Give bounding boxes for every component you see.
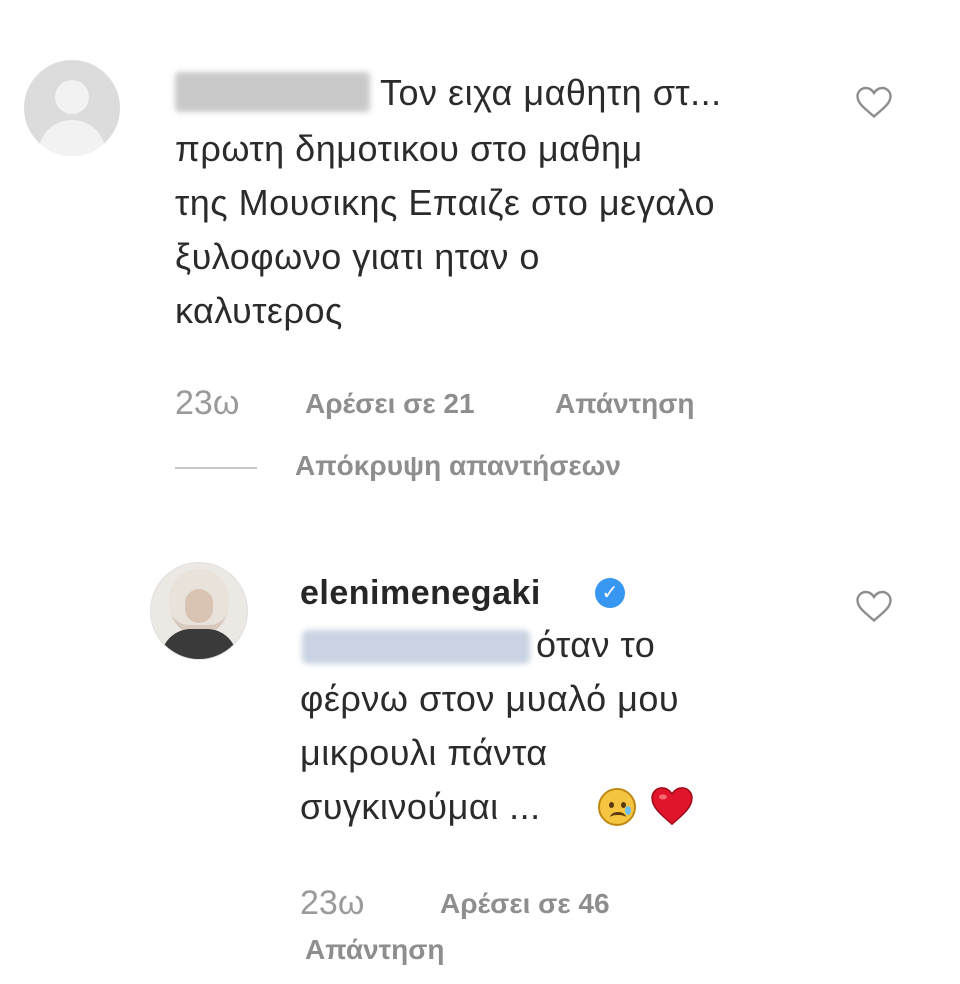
blurred-username[interactable] <box>175 72 370 112</box>
replies-divider <box>175 467 257 469</box>
reply-time[interactable]: 23ω <box>300 884 364 923</box>
avatar-head-shape <box>55 80 89 114</box>
comment-reply-button[interactable]: Απάντηση <box>555 388 695 420</box>
sad-face-emoji-icon <box>598 788 636 826</box>
avatar-dress-shape <box>161 629 237 659</box>
reply-line-2: φέρνω στον μυαλό μου <box>300 678 680 719</box>
avatar-eleni[interactable] <box>150 562 248 660</box>
blurred-mention[interactable] <box>302 630 530 664</box>
comment-line-5: καλυτερος <box>175 290 343 331</box>
avatar-face-shape <box>185 589 213 623</box>
comment-line-1: Τον ειχα μαθητη στ... <box>380 72 722 113</box>
reply-like-heart-icon[interactable] <box>856 590 892 624</box>
comment-line-4: ξυλοφωνο γιατι ηταν ο <box>175 236 540 277</box>
comment-time[interactable]: 23ω <box>175 384 239 423</box>
reply-line-1: όταν το <box>536 624 656 665</box>
reply-likes-link[interactable]: Αρέσει σε 46 <box>440 888 610 920</box>
like-heart-icon[interactable] <box>856 86 892 120</box>
hide-replies-button[interactable]: Απόκρυψη απαντήσεων <box>295 450 621 482</box>
reply-line-3: μικρουλι πάντα <box>300 732 548 773</box>
comment-line-2: πρωτη δημοτικου στο μαθημ <box>175 128 643 169</box>
reply-reply-button[interactable]: Απάντηση <box>305 934 445 966</box>
avatar-body-shape <box>38 120 106 156</box>
comment-likes-link[interactable]: Αρέσει σε 21 <box>305 388 475 420</box>
verified-badge-icon: ✓ <box>595 578 625 608</box>
reply-username[interactable]: elenimenegaki <box>300 574 541 613</box>
reply-line-4: συγκινούμαι ... <box>300 786 541 827</box>
comment-line-3: της Μουσικης Επαιζε στο μεγαλο <box>175 182 715 223</box>
red-heart-emoji-icon <box>651 787 693 826</box>
avatar[interactable] <box>24 60 120 156</box>
